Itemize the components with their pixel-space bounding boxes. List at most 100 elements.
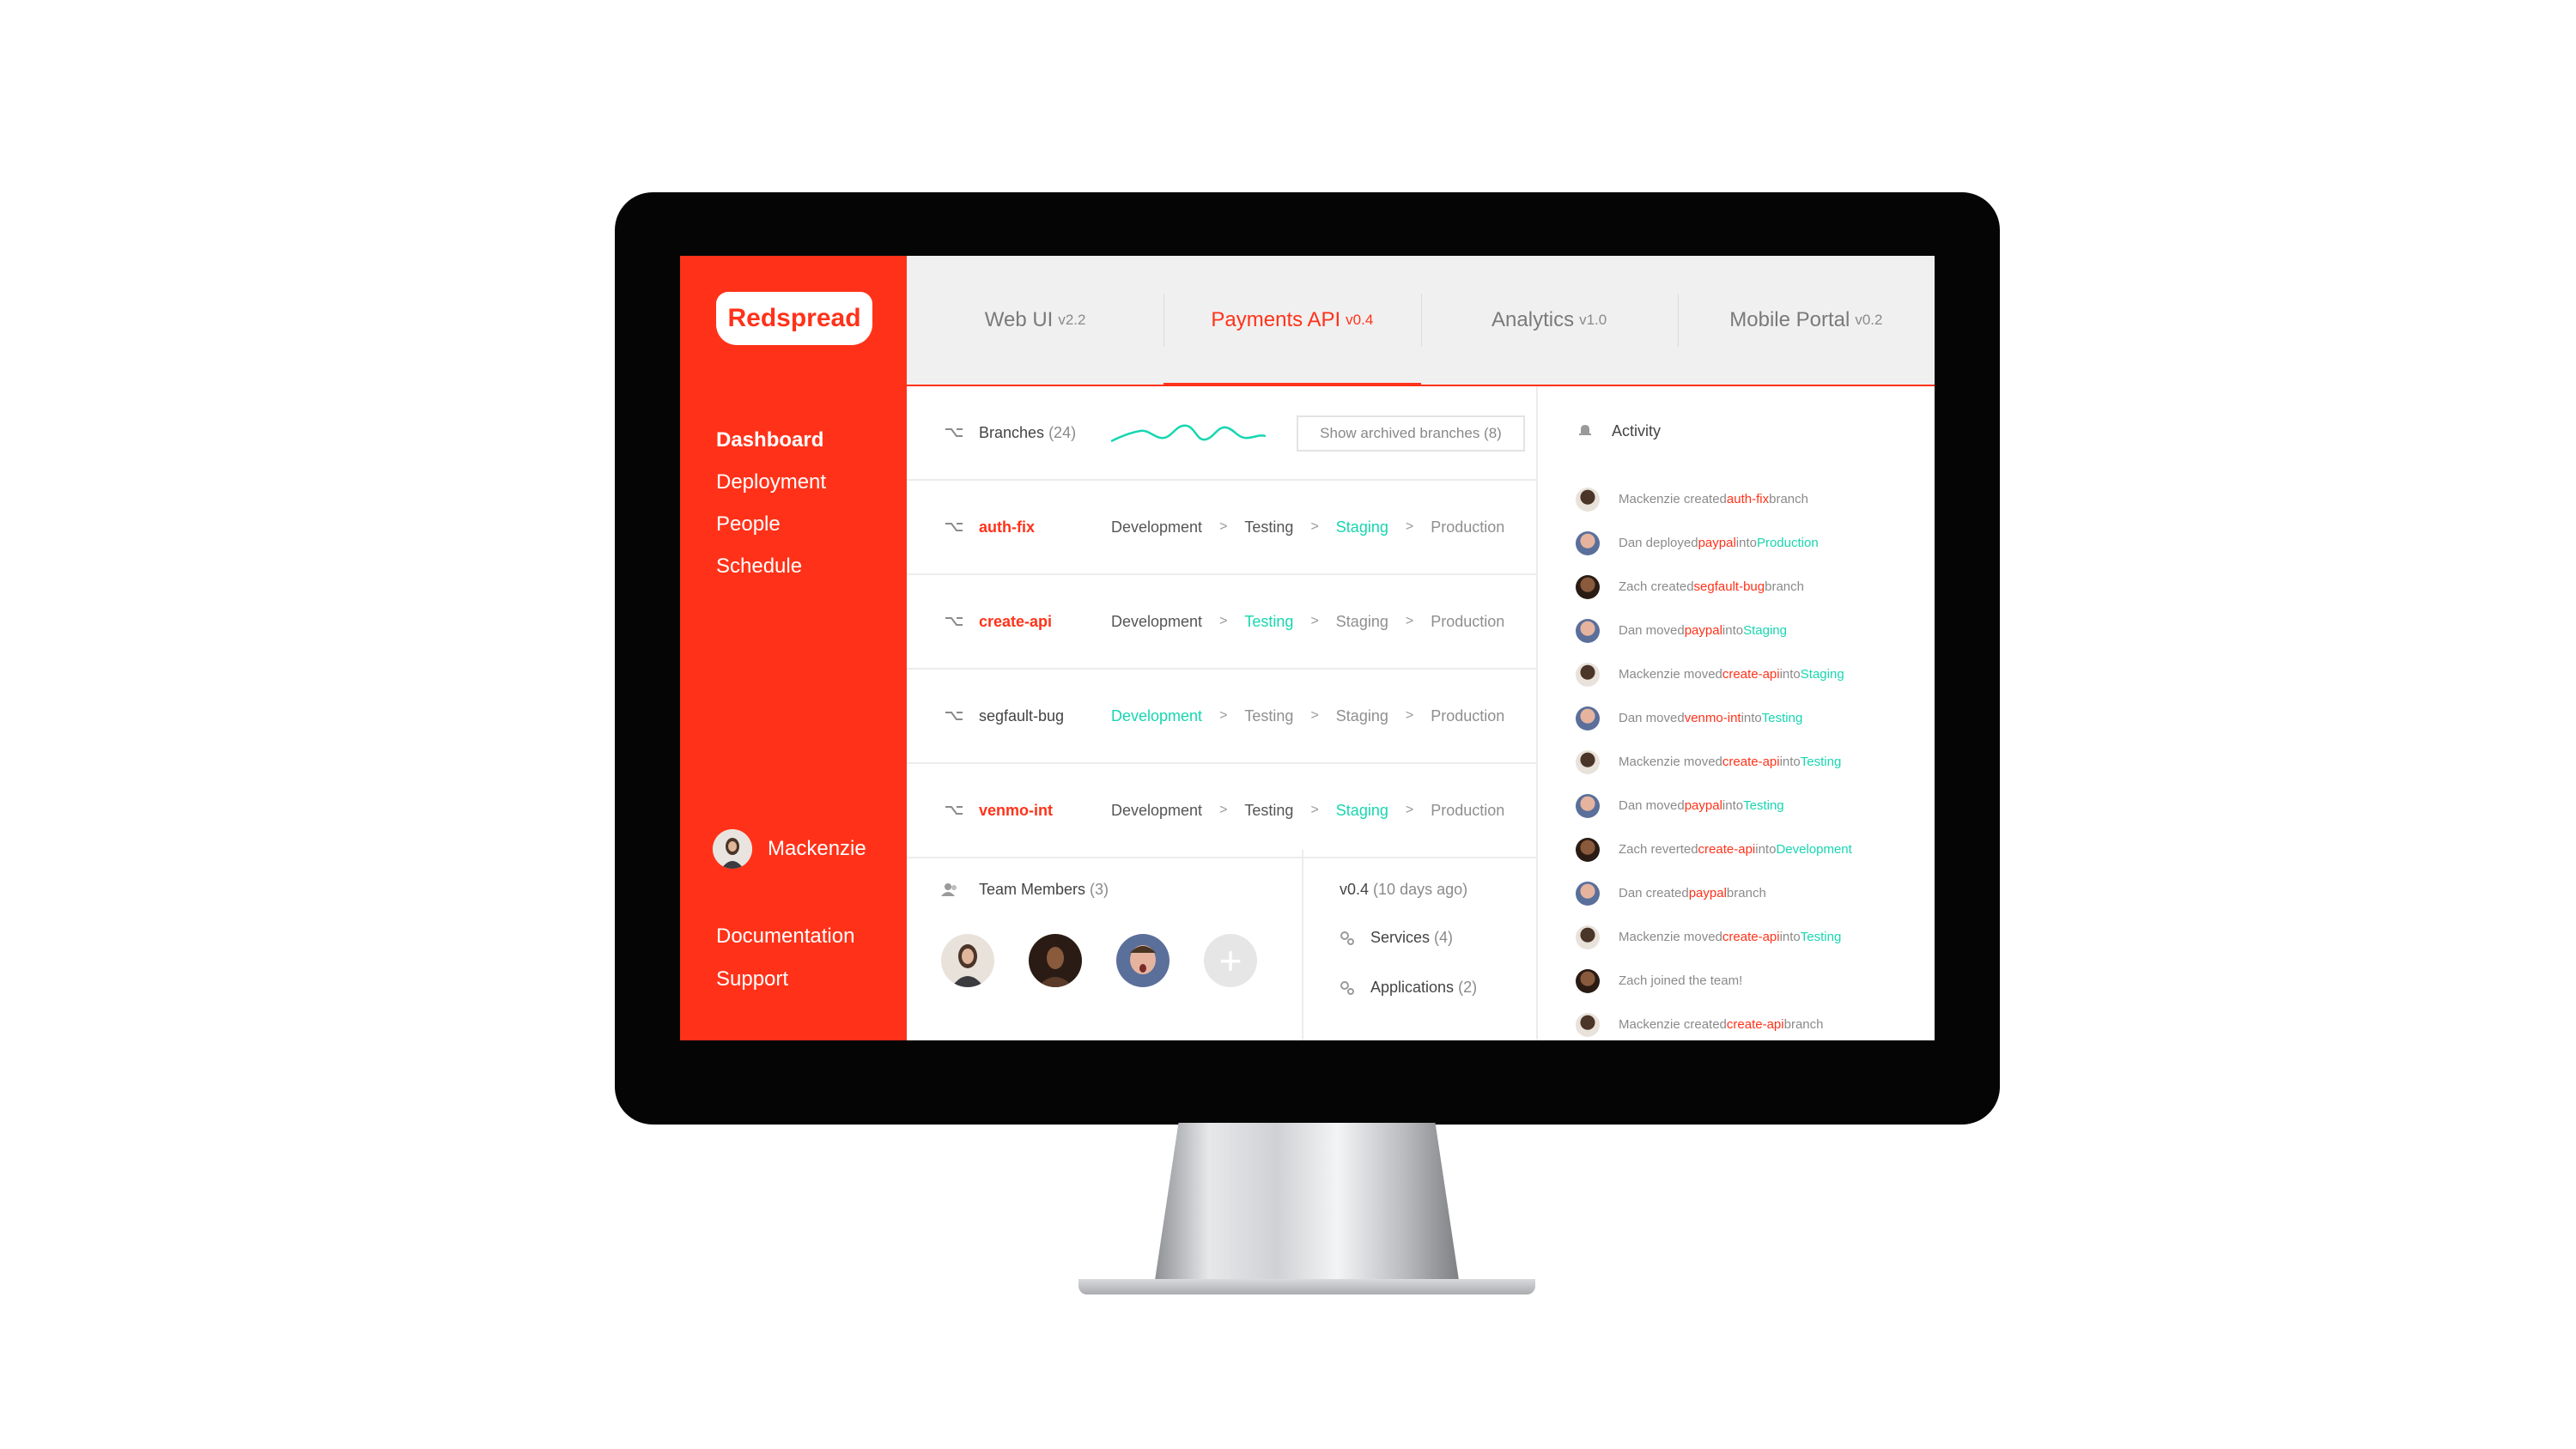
tab-mobile-portal[interactable]: Mobile Portal v0.2 <box>1677 256 1935 385</box>
avatar <box>1576 530 1600 555</box>
avatar <box>1576 881 1600 906</box>
applications-link[interactable]: Applications (2) <box>1340 979 1477 997</box>
monitor-stand-base <box>1078 1279 1535 1294</box>
team-avatars: + <box>941 934 1257 987</box>
stage-development[interactable]: Development <box>1111 518 1202 537</box>
branch-icon <box>945 617 963 626</box>
activity-text: into <box>1779 667 1801 682</box>
stage-staging[interactable]: Staging <box>1336 518 1388 537</box>
activity-item: Dan moved paypal into Staging <box>1576 609 1852 652</box>
stage-separator: > <box>1405 803 1414 817</box>
stage-testing[interactable]: Testing <box>1244 707 1293 725</box>
nav-schedule[interactable]: Schedule <box>716 545 826 587</box>
support-link[interactable]: Support <box>716 958 854 1001</box>
activity-stage: Testing <box>1800 930 1842 944</box>
activity-item: Dan moved paypal into Testing <box>1576 784 1852 828</box>
services-count: (4) <box>1434 929 1454 946</box>
activity-branch: create-api <box>1698 842 1756 857</box>
stage-testing[interactable]: Testing <box>1244 518 1293 537</box>
stage-production[interactable]: Production <box>1431 707 1504 725</box>
activity-item: Zach reverted create-api into Developmen… <box>1576 828 1852 871</box>
activity-text: Zach reverted <box>1619 842 1698 857</box>
stage-staging[interactable]: Staging <box>1336 802 1388 820</box>
team-members-panel: Team Members (3) + <box>907 850 1303 1040</box>
stage-staging[interactable]: Staging <box>1336 613 1388 631</box>
app-screen: Redspread Dashboard Deployment People Sc… <box>680 256 1935 1040</box>
stage-staging[interactable]: Staging <box>1336 707 1388 725</box>
stage-separator: > <box>1219 614 1228 628</box>
activity-item: Mackenzie created create-api branch <box>1576 1003 1852 1040</box>
activity-text: Dan moved <box>1619 711 1685 725</box>
applications-count: (2) <box>1458 979 1478 996</box>
stage-production[interactable]: Production <box>1431 802 1504 820</box>
tab-version: v0.4 <box>1346 312 1374 328</box>
branch-name[interactable]: segfault-bug <box>979 707 1064 725</box>
branch-name[interactable]: venmo-int <box>979 802 1053 820</box>
branches-title: Branches (24) <box>979 424 1076 442</box>
stage-separator: > <box>1310 708 1319 723</box>
add-member-button[interactable]: + <box>1204 934 1257 987</box>
pipeline-stages: Development > Testing > Staging > Production <box>1111 518 1504 537</box>
branch-row[interactable]: venmo-int Development > Testing > Staging > Pro… <box>907 764 1536 858</box>
stage-testing[interactable]: Testing <box>1244 802 1293 820</box>
current-user[interactable]: Mackenzie <box>713 829 866 869</box>
nav-people[interactable]: People <box>716 503 826 545</box>
branch-row[interactable]: segfault-bug Development > Testing > Staging >… <box>907 670 1536 764</box>
stage-development[interactable]: Development <box>1111 707 1202 725</box>
stage-development[interactable]: Development <box>1111 613 1202 631</box>
stage-production[interactable]: Production <box>1431 613 1504 631</box>
nav-deployment[interactable]: Deployment <box>716 461 826 503</box>
stage-production[interactable]: Production <box>1431 518 1504 537</box>
branch-name[interactable]: create-api <box>979 613 1052 631</box>
avatar <box>1576 968 1600 993</box>
activity-item: Dan moved venmo-int into Testing <box>1576 696 1852 740</box>
activity-text: branch <box>1783 1017 1824 1032</box>
pipeline-stages: Development > Testing > Staging > Production <box>1111 707 1504 725</box>
branch-name[interactable]: auth-fix <box>979 518 1035 537</box>
tab-label: Mobile Portal <box>1729 308 1850 331</box>
avatar <box>1576 574 1600 599</box>
tab-web-ui[interactable]: Web UI v2.2 <box>907 256 1163 385</box>
activity-item: Mackenzie created auth-fix branch <box>1576 477 1852 521</box>
services-link[interactable]: Services (4) <box>1340 929 1453 947</box>
activity-branch: paypal <box>1698 536 1736 550</box>
activity-text: into <box>1722 798 1744 813</box>
team-count: (3) <box>1090 881 1109 898</box>
nav-dashboard[interactable]: Dashboard <box>716 419 826 461</box>
sidebar: Redspread Dashboard Deployment People Sc… <box>680 256 907 1040</box>
activity-text: Zach joined the team! <box>1619 973 1743 988</box>
stage-testing[interactable]: Testing <box>1244 613 1293 631</box>
user-name: Mackenzie <box>768 837 866 860</box>
activity-item: Dan created paypal branch <box>1576 871 1852 915</box>
branch-row[interactable]: auth-fix Development > Testing > Staging > Prod… <box>907 481 1536 575</box>
tab-analytics[interactable]: Analytics v1.0 <box>1420 256 1678 385</box>
stage-separator: > <box>1405 519 1414 534</box>
activity-item: Zach joined the team! <box>1576 959 1852 1003</box>
sidebar-footer-links: Documentation Support <box>716 915 854 1001</box>
project-tabs: Web UI v2.2 Payments API v0.4 Analytics v1.… <box>907 256 1935 386</box>
avatar[interactable] <box>1029 934 1082 987</box>
avatar[interactable] <box>1116 934 1170 987</box>
activity-text: Mackenzie moved <box>1619 930 1722 944</box>
avatar <box>713 829 752 869</box>
show-archived-branches-button[interactable]: Show archived branches (8) <box>1297 415 1525 452</box>
plus-icon: + <box>1218 938 1242 983</box>
avatar <box>1576 749 1600 774</box>
branch-row[interactable]: create-api Development > Testing > Staging > Pr… <box>907 575 1536 670</box>
activity-text: Mackenzie created <box>1619 492 1727 506</box>
activity-text: branch <box>1769 492 1808 506</box>
stage-development[interactable]: Development <box>1111 802 1202 820</box>
activity-branch: create-api <box>1722 930 1780 944</box>
documentation-link[interactable]: Documentation <box>716 915 854 958</box>
release-panel: v0.4 (10 days ago) Services (4) Applicat… <box>1303 850 1536 1040</box>
release-version: v0.4 <box>1340 881 1370 898</box>
redspread-logo[interactable]: Redspread <box>716 292 872 345</box>
release-age: (10 days ago) <box>1373 881 1468 898</box>
branch-list: auth-fix Development > Testing > Staging > Prod… <box>907 481 1536 858</box>
activity-text: into <box>1741 711 1762 725</box>
avatar[interactable] <box>941 934 994 987</box>
activity-feed: Mackenzie created auth-fix branch Dan dep… <box>1576 477 1852 1040</box>
tab-label: Payments API <box>1211 308 1341 331</box>
tab-payments-api[interactable]: Payments API v0.4 <box>1163 256 1421 386</box>
activity-text: Mackenzie created <box>1619 1017 1727 1032</box>
